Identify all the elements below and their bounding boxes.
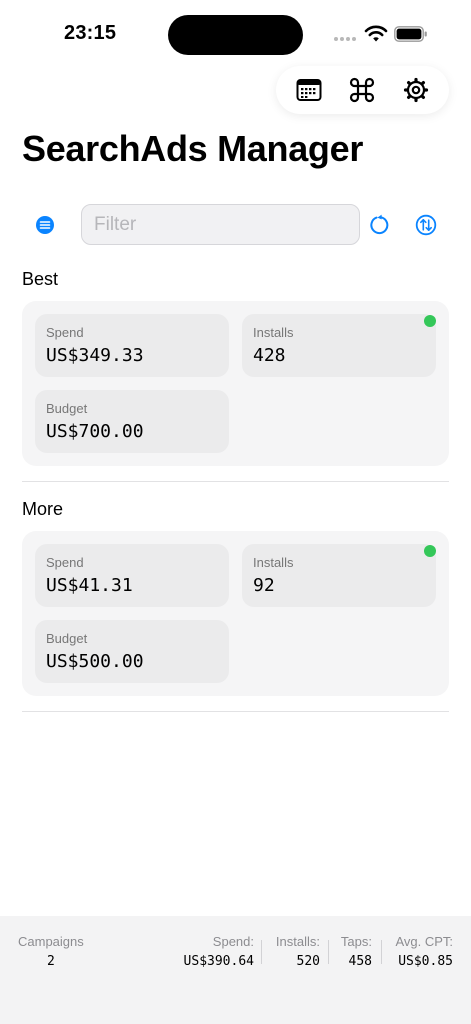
section-header-best: Best <box>22 269 59 289</box>
spend-summary-label: Spend: <box>212 934 254 949</box>
budget-value: US$700.00 <box>46 421 144 442</box>
command-icon <box>350 77 375 103</box>
campaign-card-more[interactable]: Spend US$41.31 Installs 92 Budget US$500… <box>22 531 449 696</box>
spend-value: US$349.33 <box>46 345 144 366</box>
status-indicator <box>424 545 436 557</box>
installs-label: Installs <box>253 555 294 570</box>
list-menu-button[interactable] <box>35 215 55 235</box>
calendar-button[interactable] <box>289 70 329 110</box>
spend-metric: Spend US$349.33 <box>35 314 229 377</box>
refresh-button[interactable] <box>368 214 390 236</box>
budget-label: Budget <box>46 401 88 416</box>
campaigns-value: 2 <box>46 954 55 969</box>
section-divider <box>22 711 449 712</box>
wifi-icon <box>364 25 388 42</box>
budget-metric: Budget US$700.00 <box>35 390 229 453</box>
settings-button[interactable] <box>396 70 436 110</box>
avg-cpt-summary-label: Avg. CPT: <box>395 934 453 949</box>
battery-icon <box>394 26 427 42</box>
installs-summary-value: 520 <box>296 954 320 969</box>
spend-summary-value: US$390.64 <box>183 954 254 969</box>
installs-label: Installs <box>253 325 294 340</box>
campaigns-label: Campaigns <box>18 934 84 949</box>
avg-cpt-summary-value: US$0.85 <box>398 954 453 969</box>
spend-label: Spend <box>46 555 84 570</box>
installs-value: 92 <box>253 575 275 596</box>
summary-separator <box>328 940 329 964</box>
command-button[interactable] <box>342 70 382 110</box>
page-title: SearchAds Manager <box>22 128 364 169</box>
campaigns-summary: Campaigns 2 <box>18 934 84 969</box>
budget-label: Budget <box>46 631 88 646</box>
campaign-card-best[interactable]: Spend US$349.33 Installs 428 Budget US$7… <box>22 301 449 466</box>
calendar-icon <box>296 79 322 101</box>
dynamic-island <box>168 15 303 55</box>
budget-value: US$500.00 <box>46 651 144 672</box>
installs-metric: Installs 428 <box>242 314 436 377</box>
status-time: 23:15 <box>64 22 117 44</box>
taps-summary: Taps: 458 <box>341 934 372 969</box>
spend-label: Spend <box>46 325 84 340</box>
summary-footer: Campaigns 2 Spend: US$390.64 Installs: 5… <box>0 916 471 1024</box>
toolbar <box>276 66 449 114</box>
status-bar: 23:15 <box>0 0 471 60</box>
taps-summary-value: 458 <box>348 954 372 969</box>
summary-separator <box>261 940 262 964</box>
gear-icon <box>404 77 429 103</box>
installs-summary-label: Installs: <box>275 934 320 949</box>
sort-button[interactable] <box>415 214 437 236</box>
summary-separator <box>381 940 382 964</box>
spend-metric: Spend US$41.31 <box>35 544 229 607</box>
status-indicator <box>424 315 436 327</box>
section-header-more: More <box>22 499 64 519</box>
spend-value: US$41.31 <box>46 575 133 596</box>
avg-cpt-summary: Avg. CPT: US$0.85 <box>395 934 453 969</box>
cellular-signal-icon <box>334 37 356 41</box>
taps-summary-label: Taps: <box>340 934 372 949</box>
installs-metric: Installs 92 <box>242 544 436 607</box>
installs-value: 428 <box>253 345 286 366</box>
spend-summary: Spend: US$390.64 <box>184 934 254 969</box>
section-divider <box>22 481 449 482</box>
installs-summary: Installs: 520 <box>276 934 320 969</box>
filter-input[interactable] <box>81 204 360 245</box>
budget-metric: Budget US$500.00 <box>35 620 229 683</box>
